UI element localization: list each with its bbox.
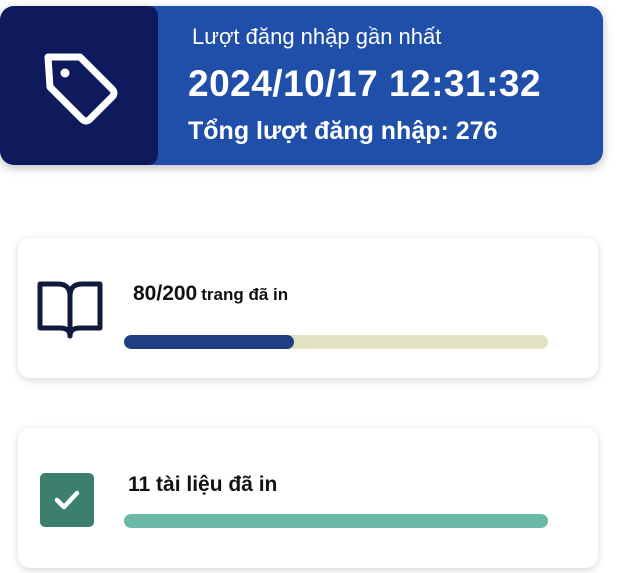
pages-printed-unit: trang đã in [201,285,289,304]
documents-progress-bar [124,514,548,528]
last-login-title: Lượt đăng nhập gần nhất [192,24,442,49]
last-login-card: Lượt đăng nhập gần nhất 2024/10/17 12:31… [0,6,603,165]
pages-printed-value: 80/200 [133,282,198,305]
pages-progress-bar [124,335,548,349]
pages-printed-card: 80/200 trang đã in [18,238,598,378]
documents-printed-card: 11 tài liệu đã in [18,428,598,568]
tag-icon [44,53,118,124]
tag-icon-box [0,6,158,165]
documents-printed-text: 11 tài liệu đã in [128,473,278,496]
checkbox-icon [40,473,94,527]
dashboard: Lượt đăng nhập gần nhất 2024/10/17 12:31… [0,0,619,573]
pages-printed-text: 80/200 trang đã in [133,282,288,306]
pages-progress-fill [124,335,294,349]
book-icon [37,281,103,339]
total-login-count: Tổng lượt đăng nhập: 276 [188,117,498,145]
last-login-datetime: 2024/10/17 12:31:32 [188,63,542,104]
